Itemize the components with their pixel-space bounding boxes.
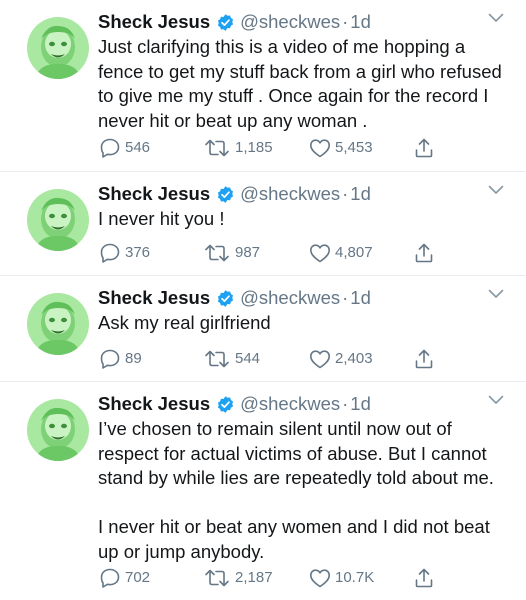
username[interactable]: @sheckwes [240, 391, 340, 417]
tweet-header: Sheck Jesus @sheckwes · 1d [98, 9, 371, 35]
chevron-down-icon[interactable] [488, 395, 504, 405]
retweet-button[interactable]: 544 [202, 347, 260, 371]
reply-button[interactable]: 376 [98, 241, 150, 265]
retweet-icon [202, 347, 232, 371]
verified-badge-icon [216, 13, 235, 32]
retweet-icon [202, 241, 232, 265]
like-icon [308, 566, 332, 590]
timestamp[interactable]: 1d [350, 181, 371, 207]
reply-button[interactable]: 546 [98, 136, 150, 160]
tweet[interactable]: Sheck Jesus @sheckwes · 1d Ask my real g… [0, 276, 526, 382]
tweet-header: Sheck Jesus @sheckwes · 1d [98, 391, 371, 417]
username[interactable]: @sheckwes [240, 9, 340, 35]
reply-count: 702 [125, 569, 151, 586]
share-icon [412, 136, 436, 160]
tweet-text: I never hit you ! [98, 208, 225, 229]
display-name[interactable]: Sheck Jesus [98, 9, 210, 35]
chevron-down-icon[interactable] [488, 185, 504, 195]
reply-button[interactable]: 89 [98, 347, 142, 371]
retweet-button[interactable]: 1,185 [202, 136, 273, 160]
reply-count: 376 [125, 244, 151, 261]
verified-badge-icon [216, 185, 235, 204]
share-button[interactable] [412, 347, 439, 371]
retweet-count: 987 [235, 244, 261, 261]
tweet[interactable]: Sheck Jesus @sheckwes · 1d I never hit y… [0, 172, 526, 276]
retweet-icon [202, 566, 232, 590]
timestamp[interactable]: 1d [350, 9, 371, 35]
tweet-text: I’ve chosen to remain silent until now o… [98, 418, 494, 562]
timestamp[interactable]: 1d [350, 391, 371, 417]
retweet-count: 1,185 [235, 139, 273, 156]
share-button[interactable] [412, 241, 439, 265]
like-count: 5,453 [335, 139, 373, 156]
like-button[interactable]: 10.7K [308, 566, 374, 590]
share-icon [412, 566, 436, 590]
tweet-text: Ask my real girlfriend [98, 312, 271, 333]
like-icon [308, 347, 332, 371]
retweet-icon [202, 136, 232, 160]
tweet-actions: 376 987 4,807 [98, 241, 508, 265]
separator: · [342, 393, 349, 414]
retweet-count: 2,187 [235, 569, 273, 586]
username[interactable]: @sheckwes [240, 285, 340, 311]
tweet-actions: 89 544 2,403 [98, 347, 508, 371]
tweet-actions: 546 1,185 5,453 [98, 136, 508, 160]
separator: · [342, 183, 349, 204]
like-count: 2,403 [335, 350, 373, 367]
tweet-actions: 702 2,187 10.7K [98, 566, 508, 590]
avatar[interactable] [27, 293, 89, 355]
display-name[interactable]: Sheck Jesus [98, 285, 210, 311]
verified-badge-icon [216, 395, 235, 414]
reply-count: 89 [125, 350, 142, 367]
share-button[interactable] [412, 136, 439, 160]
reply-icon [98, 136, 122, 160]
tweet-text: Just clarifying this is a video of me ho… [98, 36, 502, 131]
like-icon [308, 136, 332, 160]
reply-icon [98, 566, 122, 590]
share-icon [412, 241, 436, 265]
tweet[interactable]: Sheck Jesus @sheckwes · 1d I’ve chosen t… [0, 382, 526, 600]
like-icon [308, 241, 332, 265]
retweet-button[interactable]: 2,187 [202, 566, 273, 590]
retweet-count: 544 [235, 350, 261, 367]
username[interactable]: @sheckwes [240, 181, 340, 207]
like-button[interactable]: 5,453 [308, 136, 373, 160]
like-button[interactable]: 4,807 [308, 241, 373, 265]
like-button[interactable]: 2,403 [308, 347, 373, 371]
reply-icon [98, 241, 122, 265]
timestamp[interactable]: 1d [350, 285, 371, 311]
display-name[interactable]: Sheck Jesus [98, 391, 210, 417]
like-count: 10.7K [335, 569, 375, 586]
reply-button[interactable]: 702 [98, 566, 150, 590]
separator: · [342, 287, 349, 308]
display-name[interactable]: Sheck Jesus [98, 181, 210, 207]
share-button[interactable] [412, 566, 439, 590]
separator: · [342, 11, 349, 32]
avatar[interactable] [27, 189, 89, 251]
avatar[interactable] [27, 17, 89, 79]
like-count: 4,807 [335, 244, 373, 261]
retweet-button[interactable]: 987 [202, 241, 260, 265]
verified-badge-icon [216, 289, 235, 308]
tweet-header: Sheck Jesus @sheckwes · 1d [98, 285, 371, 311]
tweet-header: Sheck Jesus @sheckwes · 1d [98, 181, 371, 207]
reply-icon [98, 347, 122, 371]
chevron-down-icon[interactable] [488, 13, 504, 23]
avatar[interactable] [27, 399, 89, 461]
tweet[interactable]: Sheck Jesus @sheckwes · 1d Just clarifyi… [0, 0, 526, 172]
reply-count: 546 [125, 139, 151, 156]
chevron-down-icon[interactable] [488, 289, 504, 299]
share-icon [412, 347, 436, 371]
